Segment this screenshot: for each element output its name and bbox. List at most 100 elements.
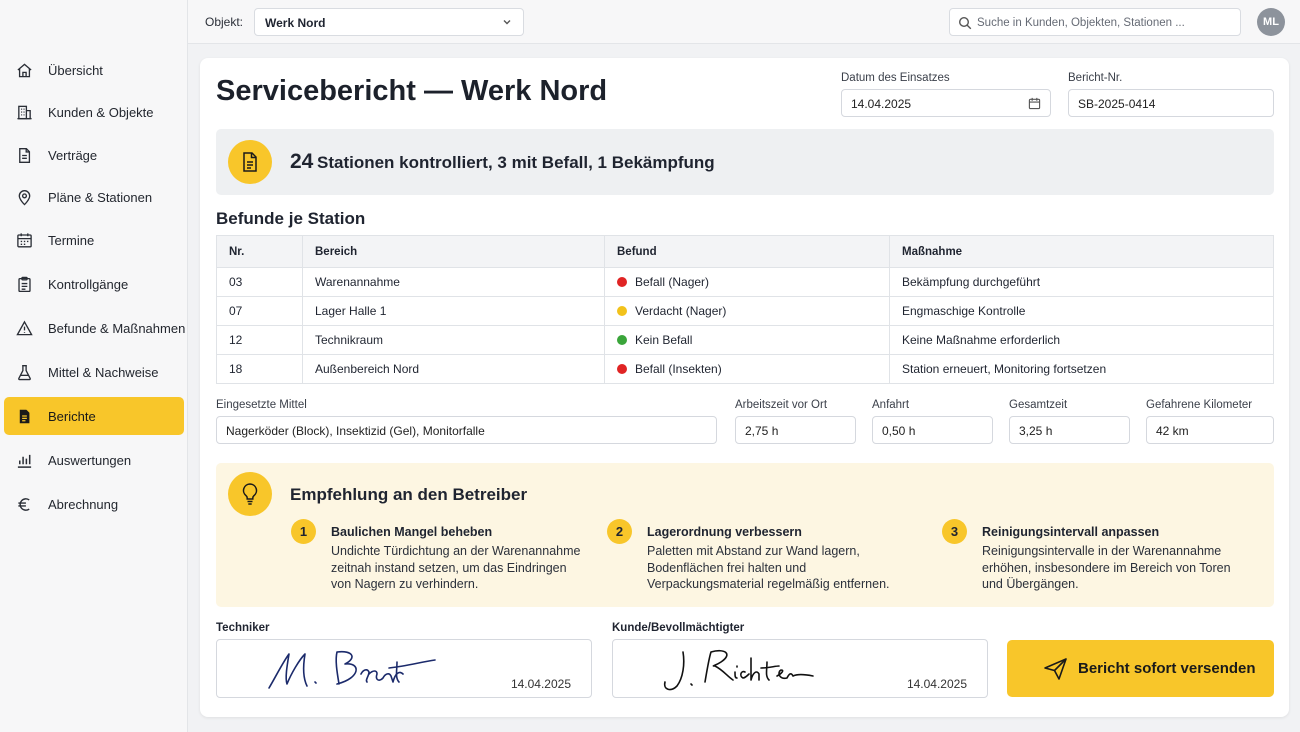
arbeitszeit-value: 2,75 h [745, 424, 779, 438]
cell-bereich: Technikraum [302, 325, 605, 355]
mittel-label: Eingesetzte Mittel [216, 399, 307, 411]
table-row[interactable]: 07 Lager Halle 1 Verdacht (Nager) Engmas… [216, 296, 1274, 326]
anfahrt-field[interactable]: 0,50 h [872, 416, 993, 444]
sidebar-item-termine[interactable]: Termine [4, 221, 184, 259]
mittel-value: Nagerköder (Block), Insektizid (Gel), Mo… [226, 424, 485, 438]
date-value: 14.04.2025 [851, 97, 912, 111]
step-title: Lagerordnung verbessern [647, 525, 802, 539]
cell-nr: 03 [216, 267, 303, 297]
lightbulb-icon [242, 483, 258, 505]
calendar-icon[interactable] [1028, 97, 1041, 110]
cell-nr: 12 [216, 325, 303, 355]
cell-massnahme: Bekämpfung durchgeführt [889, 267, 1274, 297]
avatar[interactable]: ML [1257, 8, 1285, 36]
report-number-field[interactable]: SB-2025-0414 [1068, 89, 1274, 117]
column-header[interactable]: Befund [604, 235, 890, 268]
sidebar-item-befunde-massnahmen[interactable]: Befunde & Maßnahmen [4, 309, 186, 347]
bar-chart-icon [17, 454, 32, 468]
recommendation-icon-circle [228, 472, 272, 516]
date-field[interactable]: 14.04.2025 [841, 89, 1051, 117]
sidebar-item-auswertungen[interactable]: Auswertungen [4, 441, 184, 479]
summary-banner: 24 Stationen kontrolliert, 3 mit Befall,… [216, 129, 1274, 195]
cell-bereich: Außenbereich Nord [302, 354, 605, 384]
section-title: Befunde je Station [216, 209, 366, 228]
step-text: Undichte Türdichtung an der Warenannahme… [331, 544, 581, 591]
befund-text: Verdacht (Nager) [635, 304, 727, 318]
summary-text: Stationen kontrolliert, 3 mit Befall, 1 … [317, 153, 715, 172]
column-header[interactable]: Nr. [216, 235, 303, 268]
send-icon [1044, 658, 1067, 680]
home-icon [17, 63, 32, 78]
arbeitszeit-label: Arbeitszeit vor Ort [735, 399, 828, 411]
date-label: Datum des Einsatzes [841, 72, 950, 84]
status-dot [617, 306, 627, 316]
befund-text: Befall (Insekten) [635, 362, 722, 376]
send-report-button[interactable]: Bericht sofort versenden [1007, 640, 1274, 697]
cell-befund: Kein Befall [604, 325, 890, 355]
sidebar-item-label: Kunden & Objekte [48, 105, 154, 120]
recommendation-title: Empfehlung an den Betreiber [290, 485, 528, 504]
cell-nr: 07 [216, 296, 303, 326]
warning-icon [16, 320, 33, 336]
objekt-select[interactable]: Werk Nord [254, 8, 524, 36]
status-dot [617, 364, 627, 374]
cell-nr: 18 [216, 354, 303, 384]
map-pin-icon [18, 190, 31, 206]
report-number-label: Bericht-Nr. [1068, 72, 1123, 84]
cell-befund: Befall (Insekten) [604, 354, 890, 384]
clipboard-icon [18, 276, 31, 293]
sidebar-item-uebersicht[interactable]: Übersicht [4, 51, 184, 89]
techniker-label: Techniker [216, 622, 270, 634]
search-input[interactable] [977, 14, 1232, 31]
sidebar-item-berichte[interactable]: Berichte [4, 397, 184, 435]
sidebar-item-label: Befunde & Maßnahmen [48, 321, 186, 336]
kunde-signature-field[interactable]: 14.04.2025 [612, 639, 988, 698]
calendar-icon [17, 233, 32, 248]
techniker-signature-field[interactable]: 14.04.2025 [216, 639, 592, 698]
summary-count: 24 [290, 150, 314, 173]
column-header[interactable]: Bereich [302, 235, 605, 268]
kilometer-field[interactable]: 42 km [1146, 416, 1274, 444]
sidebar-item-abrechnung[interactable]: Abrechnung [4, 485, 184, 523]
sidebar-item-label: Termine [48, 233, 95, 248]
step-title: Baulichen Mangel beheben [331, 525, 493, 539]
kunde-label: Kunde/Bevollmächtigter [612, 622, 745, 634]
send-button-label: Bericht sofort versenden [1078, 660, 1256, 677]
sidebar-item-label: Pläne & Stationen [48, 190, 153, 205]
sidebar-item-vertraege[interactable]: Verträge [4, 136, 184, 174]
cell-massnahme: Engmaschige Kontrolle [889, 296, 1274, 326]
table-row[interactable]: 03 Warenannahme Befall (Nager) Bekämpfun… [216, 267, 1274, 297]
chevron-down-icon [503, 20, 511, 25]
sidebar-item-kunden-objekte[interactable]: Kunden & Objekte [4, 93, 184, 131]
cell-massnahme: Keine Maßnahme erforderlich [889, 325, 1274, 355]
recommendation-panel: Empfehlung an den Betreiber 1 Baulichen … [216, 463, 1274, 607]
kilometer-value: 42 km [1156, 424, 1189, 438]
gesamtzeit-value: 3,25 h [1019, 424, 1053, 438]
anfahrt-value: 0,50 h [882, 424, 916, 438]
gesamtzeit-field[interactable]: 3,25 h [1009, 416, 1130, 444]
document-icon [19, 148, 31, 163]
report-icon [19, 409, 30, 424]
sidebar-item-label: Übersicht [48, 63, 103, 78]
sidebar: Übersicht Kunden & Objekte Verträge Plän… [0, 0, 188, 732]
techniker-date: 14.04.2025 [510, 677, 571, 691]
sidebar-item-label: Kontrollgänge [48, 277, 129, 292]
step-text: Reinigungsintervalle in der Warenannahme… [982, 544, 1231, 591]
report-number-value: SB-2025-0414 [1078, 97, 1156, 111]
sidebar-item-kontrollgaenge[interactable]: Kontrollgänge [4, 265, 184, 303]
status-dot [617, 335, 627, 345]
table-row[interactable]: 12 Technikraum Kein Befall Keine Maßnahm… [216, 325, 1274, 355]
sidebar-item-plaene-stationen[interactable]: Pläne & Stationen [4, 178, 184, 216]
kunde-signature [663, 649, 814, 691]
mittel-field[interactable]: Nagerköder (Block), Insektizid (Gel), Mo… [216, 416, 717, 444]
techniker-signature [268, 650, 436, 689]
cell-massnahme: Station erneuert, Monitoring fortsetzen [889, 354, 1274, 384]
cell-befund: Verdacht (Nager) [604, 296, 890, 326]
sidebar-item-mittel-nachweise[interactable]: Mittel & Nachweise [4, 353, 184, 391]
table-row[interactable]: 18 Außenbereich Nord Befall (Insekten) S… [216, 354, 1274, 384]
flask-icon [18, 365, 31, 381]
column-header[interactable]: Maßnahme [889, 235, 1274, 268]
arbeitszeit-field[interactable]: 2,75 h [735, 416, 856, 444]
cell-bereich: Lager Halle 1 [302, 296, 605, 326]
sidebar-item-label: Abrechnung [48, 497, 119, 512]
